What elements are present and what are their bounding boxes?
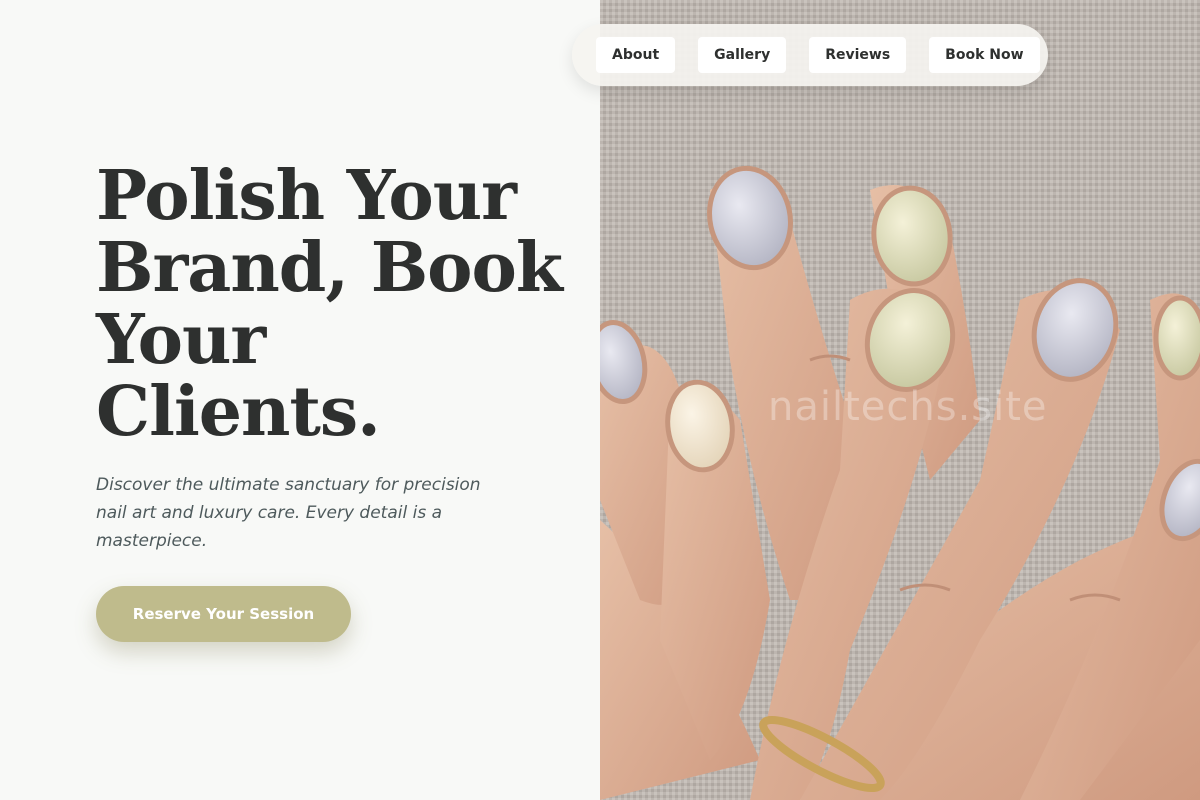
headline-line: Clients.: [96, 372, 381, 452]
nav-link-about[interactable]: About: [596, 37, 676, 73]
top-nav: About Gallery Reviews Book Now: [572, 24, 1048, 86]
nav-link-book-now[interactable]: Book Now: [929, 37, 1040, 73]
reserve-session-button[interactable]: Reserve Your Session: [96, 586, 351, 642]
hero-left-panel: Polish Your Brand, Book Your Clients. Di…: [0, 0, 600, 800]
nav-link-gallery[interactable]: Gallery: [698, 37, 787, 73]
image-watermark: nailtechs.site: [768, 384, 1048, 430]
headline-line: Polish Your: [96, 156, 517, 236]
hero-photo: nailtechs.site: [600, 0, 1200, 800]
headline-line: Your: [96, 300, 266, 380]
hero-headline: Polish Your Brand, Book Your Clients.: [96, 160, 576, 448]
nav-link-reviews[interactable]: Reviews: [809, 37, 907, 73]
headline-line: Brand, Book: [96, 228, 563, 308]
hero-subtext: Discover the ultimate sanctuary for prec…: [96, 475, 481, 551]
